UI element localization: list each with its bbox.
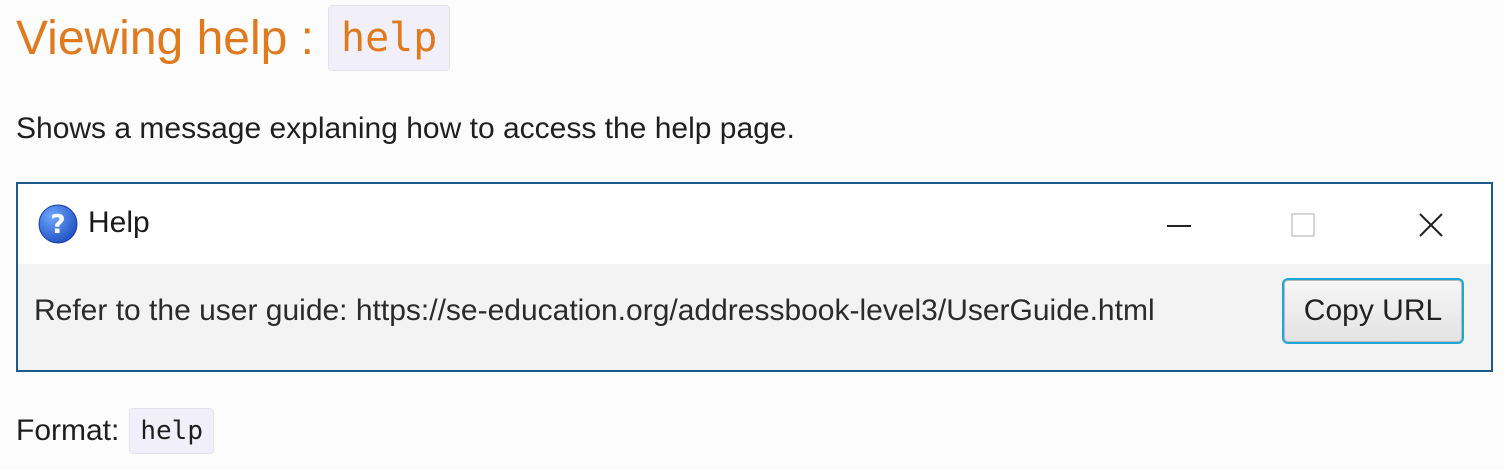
help-window-title: Help (88, 206, 150, 239)
format-code: help (129, 408, 214, 454)
close-icon (1419, 213, 1443, 237)
minimize-icon (1167, 225, 1191, 227)
format-line: Format: help (16, 408, 214, 454)
help-window-titlebar: ? Help (18, 184, 1491, 264)
user-guide-message: Refer to the user guide: https://se-educ… (34, 294, 1155, 327)
section-heading-text: Viewing help : (16, 11, 314, 65)
maximize-button[interactable] (1276, 198, 1330, 252)
minimize-button[interactable] (1152, 198, 1206, 252)
help-window-content: Refer to the user guide: https://se-educ… (18, 264, 1491, 370)
close-button[interactable] (1404, 198, 1458, 252)
section-heading: Viewing help : help (16, 4, 451, 72)
section-heading-code: help (327, 5, 451, 71)
maximize-icon (1291, 213, 1315, 237)
format-label: Format: (16, 414, 120, 447)
copy-url-button[interactable]: Copy URL (1282, 278, 1464, 344)
question-icon: ? (38, 204, 78, 244)
section-description: Shows a message explaning how to access … (16, 112, 795, 145)
help-window-screenshot: ? Help Refer to the user guide: https://… (16, 182, 1493, 372)
svg-text:?: ? (50, 210, 65, 240)
